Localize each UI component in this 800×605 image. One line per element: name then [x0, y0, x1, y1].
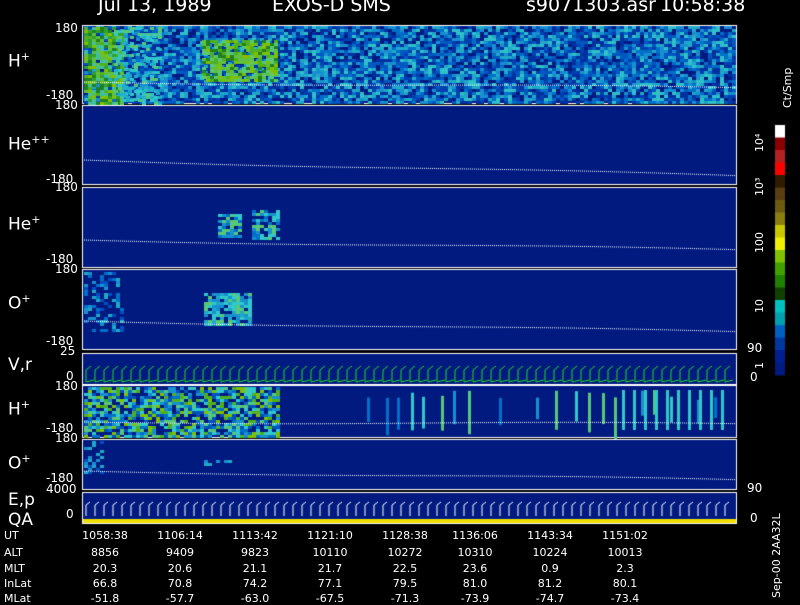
ephemeris-cell: 81.2: [537, 577, 563, 590]
ephemeris-cell: 8856: [91, 546, 119, 559]
header-date: Jul 13, 1989: [98, 0, 212, 16]
colorbar-label-100: 100: [753, 232, 766, 253]
colorbar-label-10: 10: [753, 299, 766, 313]
spectrogram-canvas: [0, 0, 800, 600]
ephemeris-cell: 10224: [532, 546, 568, 559]
ephemeris-cell: 10310: [457, 546, 493, 559]
ephemeris-cell: 81.0: [462, 577, 488, 590]
colorbar-label-1: 1: [753, 362, 766, 369]
ephemeris-cell: 10272: [387, 546, 423, 559]
ephemeris-cell: 1143:34: [527, 529, 573, 542]
ephemeris-cell: -74.7: [535, 592, 565, 605]
tick-heplus-top: 180: [55, 180, 78, 194]
colorbar-unit: Ct/Smp: [781, 67, 794, 108]
tick-oplus2-top: 180: [55, 431, 78, 445]
ephemeris-row-label: InLat: [4, 577, 32, 590]
ephemeris-cell: 0.9: [541, 562, 559, 575]
ephemeris-cell: 1128:38: [382, 529, 428, 542]
rtick-ep: 0: [750, 511, 758, 525]
panel-label-qa: QA: [8, 510, 34, 530]
ephemeris-cell: 22.5: [392, 562, 418, 575]
ephemeris-cell: -51.8: [90, 592, 120, 605]
rtick-oplus: 90: [747, 341, 763, 355]
ephemeris-cell: 1136:06: [452, 529, 498, 542]
ephemeris-row-label: UT: [4, 529, 19, 542]
panel-label-hplus2: H+: [8, 398, 31, 420]
ephemeris-cell: 20.6: [167, 562, 193, 575]
panel-label-vr: V,r: [8, 355, 33, 375]
ephemeris-cell: -73.9: [460, 592, 490, 605]
panel-label-oplus: O+: [8, 292, 31, 314]
tick-ep-top: 4000: [46, 482, 77, 496]
ephemeris-cell: 74.2: [242, 577, 268, 590]
colorbar-label-1e3: 10³: [753, 177, 766, 196]
ephemeris-cell: -73.4: [610, 592, 640, 605]
footer-stamp: Sep-00 2AA32L: [770, 513, 783, 598]
ephemeris-cell: 1121:10: [307, 529, 353, 542]
ephemeris-cell: 77.1: [317, 577, 343, 590]
ephemeris-cell: 10110: [312, 546, 348, 559]
tick-oplus-top: 180: [55, 262, 78, 276]
ephemeris-row-label: MLat: [4, 592, 31, 605]
tick-hplus2-top: 180: [55, 379, 78, 393]
panel-label-heplus: He+: [8, 213, 41, 235]
ephemeris-cell: 21.1: [242, 562, 268, 575]
tick-hplus-top: 180: [55, 21, 78, 35]
header-file: s9071303.asr: [526, 0, 656, 16]
ephemeris-cell: 79.5: [392, 577, 418, 590]
tick-ep-bottom: 0: [66, 507, 74, 521]
tick-vr-top: 25: [60, 344, 76, 358]
ephemeris-cell: 9823: [241, 546, 269, 559]
panel-label-oplus2: O+: [8, 452, 31, 474]
panel-label-hplus: H+: [8, 50, 31, 72]
header-time: 10:58:38: [660, 0, 746, 16]
ephemeris-cell: 1106:14: [157, 529, 203, 542]
ephemeris-cell: 2.3: [616, 562, 634, 575]
ephemeris-row-label: MLT: [4, 562, 25, 575]
ephemeris-cell: 9409: [166, 546, 194, 559]
panel-label-hepp: He++: [8, 133, 50, 155]
rtick-vr: 0: [750, 370, 758, 384]
ephemeris-cell: 21.7: [317, 562, 343, 575]
ephemeris-row-label: ALT: [4, 546, 23, 559]
colorbar-label-1e4: 10⁴: [753, 133, 766, 152]
header-instrument: EXOS-D SMS: [272, 0, 391, 16]
ephemeris-cell: -71.3: [390, 592, 420, 605]
panel-label-ep: E,p: [8, 490, 35, 510]
ephemeris-cell: 10013: [607, 546, 643, 559]
ephemeris-cell: 80.1: [612, 577, 638, 590]
ephemeris-cell: 70.8: [167, 577, 193, 590]
ephemeris-cell: -63.0: [240, 592, 270, 605]
rtick-oplus2: 90: [747, 481, 763, 495]
tick-hepp-top: 180: [55, 98, 78, 112]
ephemeris-cell: 1151:02: [602, 529, 648, 542]
ephemeris-cell: 23.6: [462, 562, 488, 575]
ephemeris-cell: -67.5: [315, 592, 345, 605]
ephemeris-cell: 66.8: [92, 577, 118, 590]
ephemeris-cell: 20.3: [92, 562, 118, 575]
ephemeris-cell: -57.7: [165, 592, 195, 605]
ephemeris-cell: 1058:38: [82, 529, 128, 542]
ephemeris-cell: 1113:42: [232, 529, 278, 542]
